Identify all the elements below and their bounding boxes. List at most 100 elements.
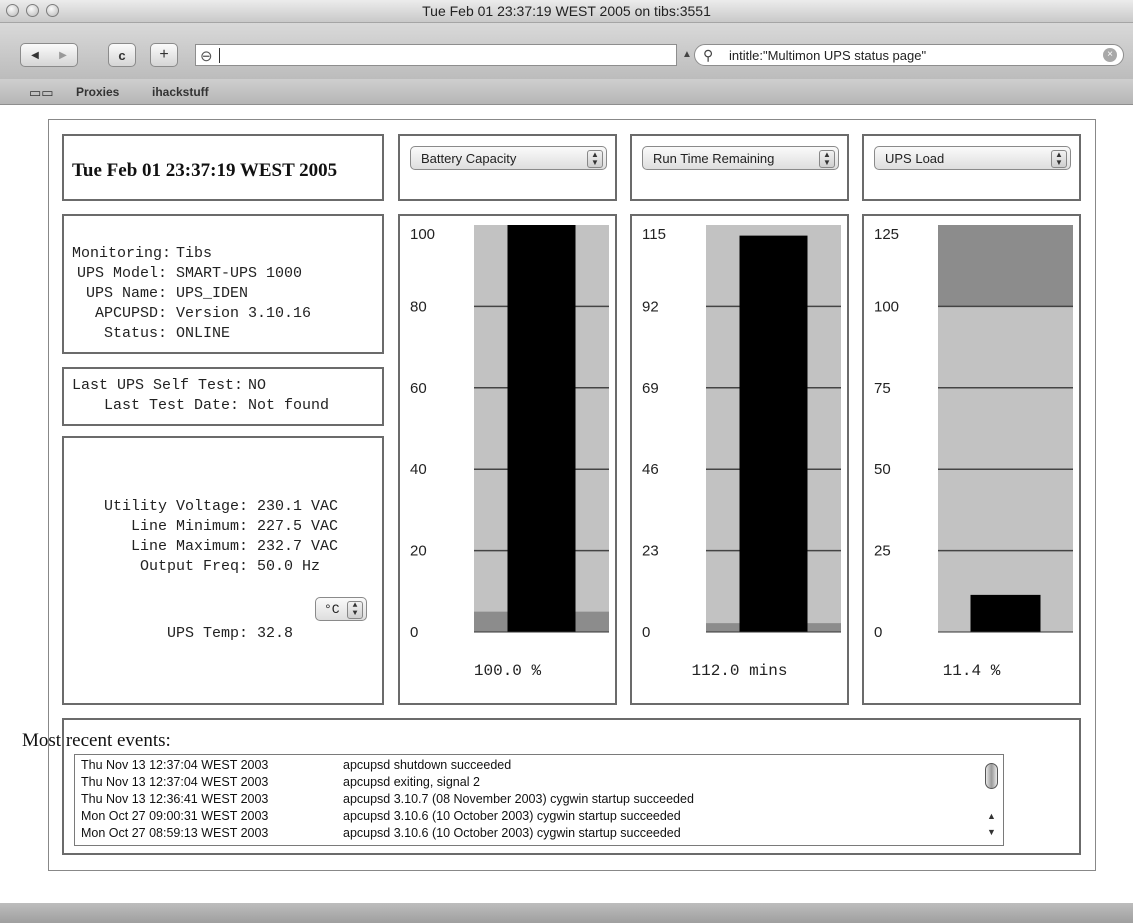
gauge-value-bar xyxy=(507,225,576,632)
event-row[interactable]: Mon Oct 27 09:00:31 WEST 2003 apcupsd 3.1… xyxy=(81,809,681,823)
self-test-panel: Last UPS Self Test: NO Last Test Date: Not … xyxy=(62,367,384,426)
gauge-tick-label: 46 xyxy=(642,461,659,478)
gauge-tick-label: 50 xyxy=(874,461,891,478)
events-list[interactable]: Thu Nov 13 12:37:04 WEST 2003 apcupsd shu… xyxy=(74,754,1004,846)
temp-unit-select[interactable]: °C ▲ ▼ xyxy=(315,597,367,621)
gauge-header-load: UPS Load ▲ ▼ xyxy=(862,134,1081,201)
event-row[interactable]: Thu Nov 13 12:37:04 WEST 2003 apcupsd exi… xyxy=(81,775,480,789)
event-time: Mon Oct 27 08:59:13 WEST 2003 xyxy=(81,826,269,840)
address-bar[interactable]: ⊖ xyxy=(195,44,677,66)
window-titlebar: Tue Feb 01 23:37:19 WEST 2005 on tibs:35… xyxy=(0,0,1133,23)
power-value: 230.1 VAC xyxy=(257,498,339,515)
site-icon: ⊖ xyxy=(200,48,213,65)
ups-info-row: APCUPSD: Version 3.10.16 xyxy=(72,304,382,324)
reload-button[interactable]: c xyxy=(108,43,136,67)
self-test-list: Last UPS Self Test: NO Last Test Date: Not … xyxy=(72,376,382,416)
run-time-gauge: 0 23 46 69 92 115 xyxy=(642,225,841,641)
gauge-header-battery: Battery Capacity ▲ ▼ xyxy=(398,134,617,201)
event-time: Thu Nov 13 12:37:04 WEST 2003 xyxy=(81,758,269,772)
gauge-select-load[interactable]: UPS Load ▲ ▼ xyxy=(874,146,1071,170)
window-title: Tue Feb 01 23:37:19 WEST 2005 on tibs:35… xyxy=(422,3,711,19)
ups-temp-row: UPS Temp: 32.8 xyxy=(72,624,293,644)
ups-temp-label: UPS Temp: xyxy=(166,625,248,642)
back-button[interactable]: ◀ xyxy=(21,50,49,61)
temp-unit-value: °C xyxy=(324,602,340,617)
add-bookmark-button[interactable]: + xyxy=(150,43,178,67)
run-time-reading: 112.0 mins xyxy=(691,662,788,680)
gauge-tick-label: 0 xyxy=(874,624,882,641)
ups-info-label: APCUPSD: xyxy=(94,305,167,322)
gauge-select-runtime[interactable]: Run Time Remaining ▲ ▼ xyxy=(642,146,839,170)
gauge-tick-label: 115 xyxy=(642,226,666,243)
battery-capacity-gauge: 0 20 40 60 80 100 xyxy=(410,225,609,641)
power-value: 232.7 VAC xyxy=(257,538,339,555)
gauge-tick-label: 23 xyxy=(642,543,659,560)
event-message: apcupsd 3.10.6 (10 October 2003) cygwin … xyxy=(343,809,681,823)
event-time: Thu Nov 13 12:36:41 WEST 2003 xyxy=(81,792,269,806)
gauge-select-runtime-label: Run Time Remaining xyxy=(653,151,775,166)
current-datetime: Tue Feb 01 23:37:19 WEST 2005 xyxy=(72,160,338,181)
select-arrows-icon: ▲ ▼ xyxy=(1051,150,1067,168)
scrollbar-thumb[interactable] xyxy=(985,763,998,789)
self-test-label: Last UPS Self Test: xyxy=(72,377,244,394)
select-arrows-icon: ▲ ▼ xyxy=(587,150,603,168)
ups-info-row: UPS Model: SMART-UPS 1000 xyxy=(72,264,382,284)
magnifier-icon[interactable]: ⚲ xyxy=(703,47,713,64)
bookmark-proxies[interactable]: Proxies xyxy=(76,85,119,99)
ups-info-row: UPS Name: UPS_IDEN xyxy=(72,284,382,304)
power-panel: Utility Voltage: 230.1 VAC Line Minimum: 22… xyxy=(62,436,384,705)
bookmarks-bar: ▭▭ Proxies ihackstuff xyxy=(0,79,1133,105)
ups-info-list: Monitoring: Tibs UPS Model: SMART-UPS 1000 U… xyxy=(72,244,382,344)
ups-load-reading: 11.4 % xyxy=(942,662,1001,680)
open-book-icon[interactable]: ▭▭ xyxy=(29,85,54,101)
gauge-tick-label: 125 xyxy=(874,226,899,243)
search-field[interactable]: ⚲ intitle:"Multimon UPS status page" × xyxy=(694,44,1124,66)
event-row[interactable]: Thu Nov 13 12:37:04 WEST 2003 apcupsd shu… xyxy=(81,758,511,772)
datetime-panel: Tue Feb 01 23:37:19 WEST 2005 xyxy=(62,134,384,201)
gauge-tick-label: 75 xyxy=(874,380,891,397)
power-readings-list: Utility Voltage: 230.1 VAC Line Minimum: 22… xyxy=(72,497,338,577)
event-message: apcupsd exiting, signal 2 xyxy=(343,775,480,789)
ups-info-label: Monitoring: xyxy=(72,245,172,262)
forward-button[interactable]: ▶ xyxy=(49,50,77,61)
gauge-panel-battery: 0 20 40 60 80 100 100.0 % xyxy=(398,214,617,705)
event-time: Mon Oct 27 09:00:31 WEST 2003 xyxy=(81,809,269,823)
ups-temp-value: 32.8 xyxy=(257,625,294,642)
gauge-panel-load: 0 25 50 75 100 125 11.4 % xyxy=(862,214,1081,705)
gauge-select-load-label: UPS Load xyxy=(885,151,945,166)
gauge-tick-label: 25 xyxy=(874,543,891,560)
ups-info-label: UPS Name: xyxy=(85,285,167,302)
gauge-tick-label: 40 xyxy=(410,461,427,478)
events-scrollbar[interactable]: ▲ ▼ xyxy=(983,757,1001,843)
gauge-tick-label: 80 xyxy=(410,298,427,315)
ups-info-row: Monitoring: Tibs xyxy=(72,244,382,264)
status-bar xyxy=(0,903,1133,923)
browser-toolbar: ◀ ▶ c + ⊖ ▲ ⚲ intitle:"Multimon UPS stat… xyxy=(0,23,1133,79)
ups-info-value: SMART-UPS 1000 xyxy=(176,265,303,282)
search-engine-dropdown-icon[interactable]: ▲ xyxy=(682,49,692,60)
gauge-select-battery[interactable]: Battery Capacity ▲ ▼ xyxy=(410,146,607,170)
event-row[interactable]: Mon Oct 27 08:59:13 WEST 2003 apcupsd 3.1… xyxy=(81,826,681,840)
power-value: 50.0 Hz xyxy=(257,558,321,575)
events-title: Most recent events: xyxy=(22,730,171,751)
bookmark-ihackstuff[interactable]: ihackstuff xyxy=(152,85,209,99)
ups-info-row: Status: ONLINE xyxy=(72,324,382,344)
select-arrows-icon: ▲ ▼ xyxy=(347,601,363,619)
gauge-tick-label: 20 xyxy=(410,543,427,560)
gauge-header-runtime: Run Time Remaining ▲ ▼ xyxy=(630,134,849,201)
gauge-panel-runtime: 0 23 46 69 92 115 112.0 mins xyxy=(630,214,849,705)
ups-info-label: Status: xyxy=(103,325,167,342)
power-label: Line Minimum: xyxy=(130,518,248,535)
power-label: Output Freq: xyxy=(139,558,248,575)
power-row: Output Freq: 50.0 Hz xyxy=(72,557,338,577)
event-row[interactable]: Thu Nov 13 12:36:41 WEST 2003 apcupsd 3.1… xyxy=(81,792,694,806)
event-message: apcupsd shutdown succeeded xyxy=(343,758,512,772)
scroll-up-icon[interactable]: ▲ xyxy=(987,811,996,821)
gauge-tick-label: 60 xyxy=(410,380,427,397)
clear-search-icon[interactable]: × xyxy=(1103,48,1117,62)
power-label: Line Maximum: xyxy=(130,538,248,555)
power-row: Line Minimum: 227.5 VAC xyxy=(72,517,338,537)
ups-info-value: Tibs xyxy=(176,245,213,262)
scroll-down-icon[interactable]: ▼ xyxy=(987,827,996,837)
gauge-tick-label: 100 xyxy=(410,226,435,243)
